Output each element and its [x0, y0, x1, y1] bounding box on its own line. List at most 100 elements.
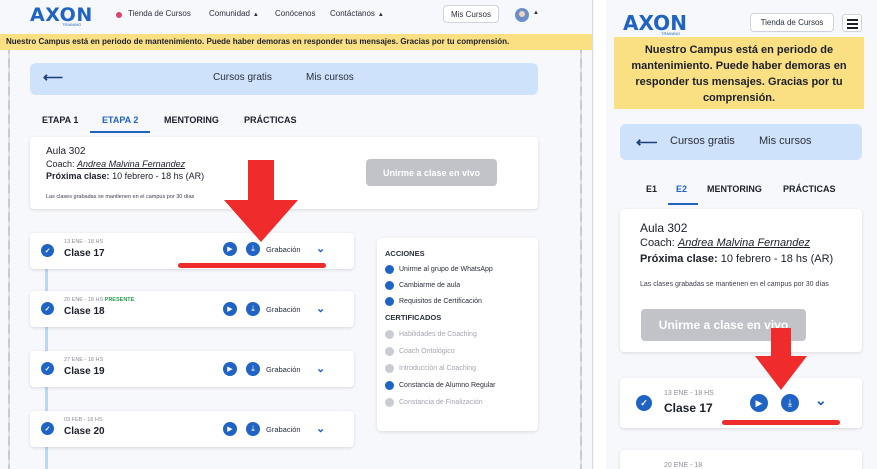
action-requisitos[interactable]: Requisitos de Certificación	[385, 297, 482, 306]
tab-practicas[interactable]: PRÁCTICAS	[244, 115, 297, 125]
next-class-label: Próxima clase:	[46, 171, 110, 181]
nav-tienda[interactable]: Tienda de Cursos	[128, 9, 191, 18]
coach-label: Coach:	[46, 159, 75, 169]
certificate-icon	[385, 398, 394, 407]
top-nav: AXON TRAINING Tienda de Cursos Comunidad…	[0, 0, 592, 34]
class-row[interactable]: ✓ 03 FEB - 18 HS Clase 20 ▶ ⤓ Grabación …	[30, 411, 354, 447]
nav-contactanos[interactable]: Contáctanos ▲	[330, 9, 384, 18]
guide-dots	[580, 0, 582, 469]
class-name: Clase 18	[64, 306, 105, 317]
cert-introduccion: Introducción al Coaching	[385, 364, 476, 373]
chevron-down-icon[interactable]: ⌄	[815, 392, 827, 409]
play-icon[interactable]: ▶	[223, 422, 237, 436]
chevron-down-icon[interactable]: ⌄	[316, 302, 325, 315]
recording-label[interactable]: Grabación	[266, 425, 301, 434]
course-header: ⟵ Cursos gratis Mis cursos	[620, 124, 862, 160]
download-icon[interactable]: ⤓	[246, 422, 260, 436]
class-row[interactable]: ✓ 20 ENE - 18 HS PRESENTE Clase 18 ▶ ⤓ G…	[30, 291, 354, 327]
chevron-down-icon[interactable]: ⌄	[316, 422, 325, 435]
cert-label: Constancia de Alumno Regular	[399, 382, 496, 389]
download-icon[interactable]: ⤓	[246, 362, 260, 376]
tab-mentoring[interactable]: MENTORING	[707, 184, 762, 194]
tab-etapa-2[interactable]: ETAPA 2	[102, 115, 138, 125]
coach-link[interactable]: Andrea Malvina Fernandez	[678, 237, 810, 249]
aula-title: Aula 302	[640, 221, 688, 235]
class-date: 03 FEB - 18 HS	[64, 417, 103, 423]
avatar[interactable]	[515, 8, 529, 22]
action-whatsapp[interactable]: Unirme al grupo de WhatsApp	[385, 265, 493, 274]
logo-sub: TRAINING	[62, 22, 82, 27]
action-label: Requisitos de Certificación	[399, 298, 482, 305]
present-badge: PRESENTE	[104, 297, 135, 303]
download-icon[interactable]: ⤓	[781, 394, 799, 412]
link-cursos-gratis[interactable]: Cursos gratis	[213, 72, 272, 83]
class-date: 13 ENE - 18 HS	[64, 239, 104, 245]
active-tab-indicator	[668, 203, 698, 205]
actions-title: ACCIONES	[385, 249, 425, 258]
class-row[interactable]: 20 ENE - 18	[620, 450, 862, 469]
aula-title: Aula 302	[46, 146, 86, 157]
active-tab-indicator	[90, 131, 150, 133]
action-change-aula[interactable]: Cambiarme de aula	[385, 281, 460, 290]
back-arrow-icon[interactable]: ⟵	[636, 133, 658, 151]
avatar-caret-icon[interactable]: ▲	[533, 10, 539, 16]
tab-practicas[interactable]: PRÁCTICAS	[783, 184, 836, 194]
join-live-button[interactable]: Unirme a clase en vivo	[366, 159, 497, 186]
class-date: 13 ENE - 18 HS	[664, 390, 714, 397]
certificate-icon	[385, 297, 394, 306]
caret-down-icon: ▲	[377, 12, 384, 18]
nav-comunidad[interactable]: Comunidad ▲	[209, 9, 259, 18]
coach-line: Coach: Andrea Malvina Fernandez	[46, 159, 185, 169]
annotation-underline	[722, 420, 840, 425]
download-icon[interactable]: ⤓	[246, 302, 260, 316]
link-cursos-gratis[interactable]: Cursos gratis	[670, 135, 735, 147]
download-icon[interactable]: ⤓	[246, 242, 260, 256]
certificate-icon	[385, 347, 394, 356]
tienda-button[interactable]: Tienda de Cursos	[750, 13, 834, 32]
certificates-title: CERTIFICADOS	[385, 313, 442, 322]
link-mis-cursos[interactable]: Mis cursos	[306, 72, 354, 83]
tab-etapa-1[interactable]: E1	[646, 184, 657, 194]
recording-label[interactable]: Grabación	[266, 245, 301, 254]
mis-cursos-button[interactable]: Mis Cursos	[443, 5, 499, 23]
class-name: Clase 17	[64, 248, 105, 259]
hamburger-icon[interactable]	[842, 14, 862, 32]
check-icon: ✓	[636, 395, 652, 411]
class-date: 27 ENE - 18 HS	[64, 357, 104, 363]
chevron-down-icon[interactable]: ⌄	[316, 242, 325, 255]
logo-sub: TRAINING	[661, 31, 681, 36]
chevron-down-icon[interactable]: ⌄	[316, 362, 325, 375]
play-icon[interactable]: ▶	[750, 394, 768, 412]
certificate-icon	[385, 364, 394, 373]
actions-panel: ACCIONES Unirme al grupo de WhatsApp Cam…	[377, 238, 538, 431]
nav-conocenos[interactable]: Conócenos	[275, 9, 315, 18]
play-icon[interactable]: ▶	[223, 242, 237, 256]
coach-line: Coach: Andrea Malvina Fernandez	[640, 237, 810, 249]
hamburger-bar	[847, 27, 858, 29]
hamburger-bar	[847, 23, 858, 25]
tab-etapa-2[interactable]: E2	[676, 184, 687, 194]
maintenance-banner: Nuestro Campus está en periodo de manten…	[0, 34, 592, 50]
play-icon[interactable]: ▶	[223, 362, 237, 376]
next-class-value: 10 febrero - 18 hs (AR)	[112, 171, 205, 181]
cert-coach-ontologico: Coach Ontológico	[385, 347, 455, 356]
recording-label[interactable]: Grabación	[266, 365, 301, 374]
cert-alumno-regular[interactable]: Constancia de Alumno Regular	[385, 381, 496, 390]
next-class-value: 10 febrero - 18 hs (AR)	[720, 253, 834, 265]
coach-link[interactable]: Andrea Malvina Fernandez	[77, 159, 185, 169]
tab-etapa-1[interactable]: ETAPA 1	[42, 115, 78, 125]
certificate-icon	[385, 330, 394, 339]
recording-label[interactable]: Grabación	[266, 305, 301, 314]
guide-dots	[0, 462, 592, 464]
class-row[interactable]: ✓ 27 ENE - 18 HS Clase 19 ▶ ⤓ Grabación …	[30, 351, 354, 387]
class-name: Clase 19	[64, 366, 105, 377]
next-class-line: Próxima clase: 10 febrero - 18 hs (AR)	[640, 253, 833, 265]
cert-finalizacion: Constancia de Finalización	[385, 398, 483, 407]
next-class-line: Próxima clase: 10 febrero - 18 hs (AR)	[46, 171, 204, 181]
check-icon: ✓	[41, 362, 54, 375]
link-mis-cursos[interactable]: Mis cursos	[759, 135, 812, 147]
play-icon[interactable]: ▶	[223, 302, 237, 316]
tab-mentoring[interactable]: MENTORING	[164, 115, 219, 125]
mobile-view: AXON TRAINING Tienda de Cursos Nuestro C…	[606, 0, 877, 469]
back-arrow-icon[interactable]: ⟵	[43, 69, 63, 86]
